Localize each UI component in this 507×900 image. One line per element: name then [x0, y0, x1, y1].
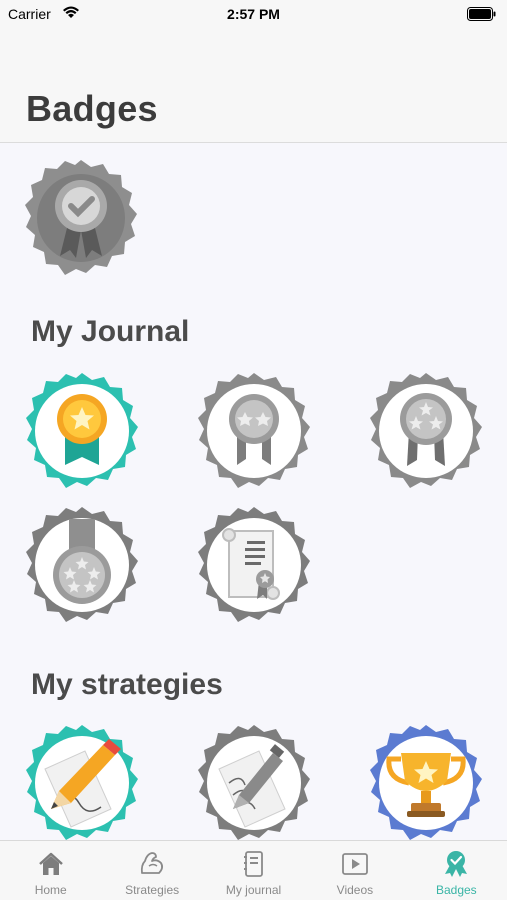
- pencil-paper-icon: [26, 725, 138, 840]
- clock-time: 2:57 PM: [227, 6, 280, 22]
- tab-label-my-journal: My journal: [225, 883, 282, 897]
- badges-icon: [445, 851, 468, 877]
- tab-my-journal[interactable]: My journal: [203, 841, 304, 900]
- strategies-icon: [141, 852, 164, 874]
- ribbon-one-star-icon: [26, 373, 138, 488]
- badge-ribbon-check[interactable]: [20, 158, 142, 280]
- badge-ribbon-three-stars[interactable]: [365, 371, 487, 493]
- tab-label-home: Home: [34, 883, 67, 897]
- tab-strategies[interactable]: Strategies: [101, 841, 202, 900]
- navigation-header: Badges: [0, 30, 507, 143]
- tab-badges[interactable]: Badges: [406, 841, 507, 900]
- certificate-icon: [198, 507, 310, 622]
- tab-label-strategies: Strategies: [125, 883, 180, 897]
- section-title-journal: My Journal: [31, 315, 190, 348]
- trophy-icon: [370, 725, 482, 840]
- tab-label-badges: Badges: [435, 883, 477, 897]
- badge-certificate[interactable]: [193, 505, 315, 627]
- ribbon-three-stars-icon: [370, 373, 482, 488]
- badge-medal-five-stars[interactable]: [21, 505, 143, 627]
- tab-label-videos: Videos: [336, 883, 374, 897]
- status-bar: Carrier 2:57 PM: [0, 0, 507, 30]
- badges-scroll-view[interactable]: My Journal My strategies: [0, 143, 507, 840]
- badge-ribbon-one-star[interactable]: [21, 371, 143, 493]
- section-title-strategies: My strategies: [31, 668, 223, 701]
- tab-home[interactable]: Home: [0, 841, 101, 900]
- tab-bar: Home Strategies My journal Videos Badges: [0, 840, 507, 900]
- videos-icon: [342, 853, 368, 875]
- home-icon: [38, 852, 63, 875]
- badge-pen-paper[interactable]: [193, 723, 315, 840]
- journal-icon: [243, 851, 263, 877]
- badge-pencil-paper[interactable]: [21, 723, 143, 840]
- tab-videos[interactable]: Videos: [304, 841, 405, 900]
- pen-paper-icon: [198, 725, 310, 840]
- battery-icon: [467, 7, 497, 24]
- badge-ribbon-two-stars[interactable]: [193, 371, 315, 493]
- ribbon-check-icon: [25, 160, 137, 275]
- ribbon-two-stars-icon: [198, 373, 310, 488]
- medal-five-stars-icon: [26, 507, 138, 622]
- page-title: Badges: [26, 88, 158, 129]
- badge-trophy[interactable]: [365, 723, 487, 840]
